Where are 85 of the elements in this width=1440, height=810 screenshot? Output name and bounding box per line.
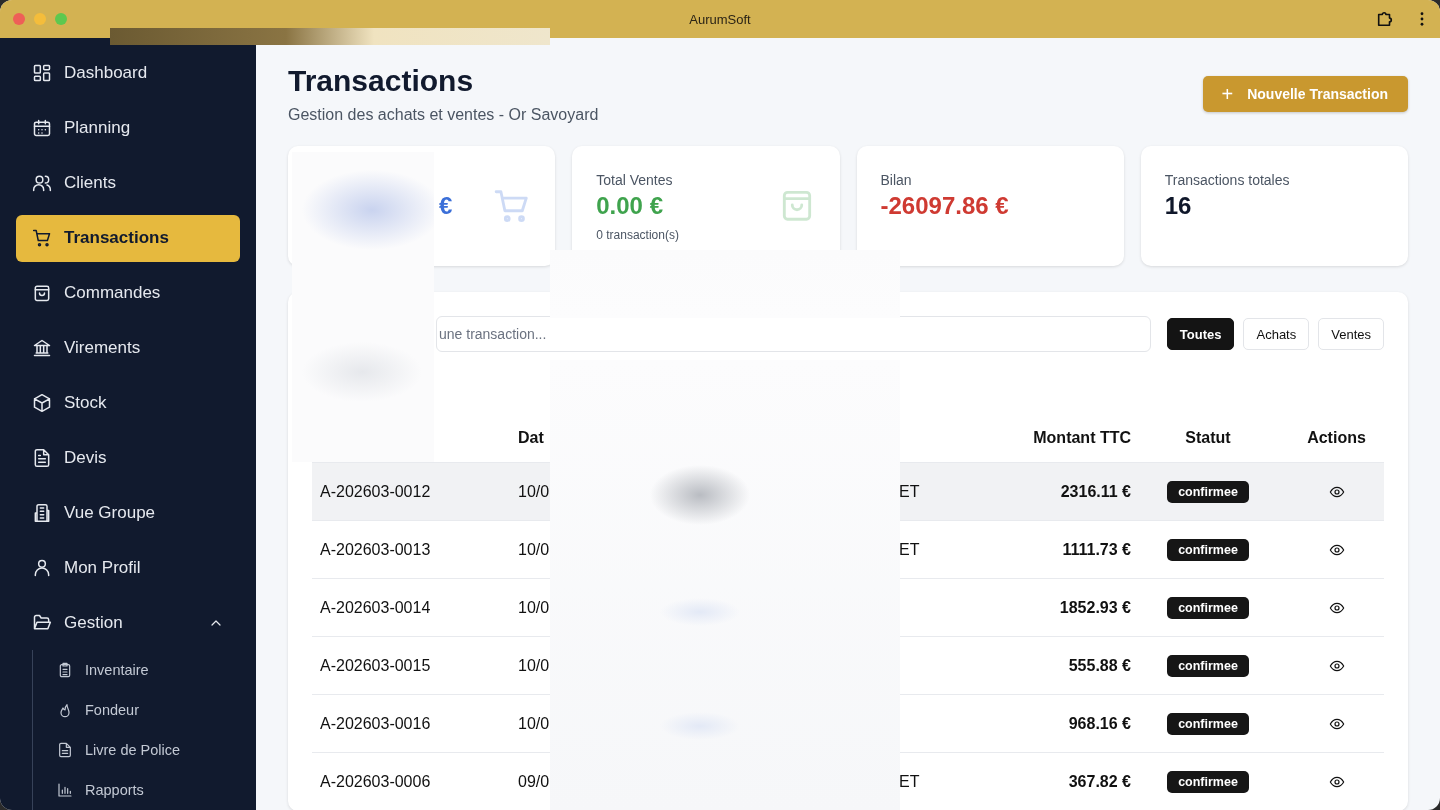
table-cell: 1111.73 € — [1062, 540, 1131, 558]
window-title: AurumSoft — [689, 11, 751, 27]
page-subtitle: Gestion des achats et ventes - Or Savoyard — [288, 106, 599, 124]
bank-icon — [32, 338, 52, 358]
table-cell: A-202603-0013 — [320, 540, 431, 558]
status-badge: confirmee — [1167, 654, 1249, 677]
column-header: Actions — [1306, 429, 1367, 447]
table-cell: ET — [899, 482, 920, 500]
status-badge: confirmee — [1167, 712, 1249, 735]
grid-icon — [32, 63, 52, 84]
table-cell: 10/0 — [518, 598, 550, 616]
table-row[interactable]: A-202603-0014 10/0 1852.93 € confirmee — [312, 579, 1384, 637]
nav-item[interactable]: Planning — [16, 104, 240, 152]
status-badge: confirmee — [1167, 770, 1249, 793]
highlighted-row[interactable]: A-202603-0012 10/0 ET 2316.11 € confirmee — [312, 463, 1384, 521]
stat-label: Bilan — [880, 172, 913, 188]
nav-item[interactable]: Clients — [16, 159, 240, 207]
stat-value: € — [439, 192, 453, 220]
box-icon — [32, 392, 52, 413]
table-cell: 555.88 € — [1068, 656, 1131, 674]
nav-item[interactable]: Commandes — [16, 269, 240, 317]
calendar-icon — [32, 118, 52, 139]
nav-item[interactable]: Devis — [16, 434, 240, 482]
table-cell: A-202603-0014 — [320, 598, 431, 616]
more-icon[interactable] — [1420, 12, 1424, 26]
table-cell: 367.82 € — [1068, 772, 1131, 790]
document-icon — [57, 741, 73, 758]
nav-item[interactable]: Dashboard — [16, 50, 240, 97]
table-cell: 09/0 — [518, 772, 550, 790]
nav-item[interactable]: Gestion — [16, 599, 240, 646]
filter-button[interactable]: Achats — [1243, 318, 1310, 350]
column-header: Dat — [518, 429, 545, 447]
table-cell: 1852.93 € — [1059, 598, 1131, 616]
flame-icon — [57, 701, 73, 718]
document-icon — [32, 447, 52, 468]
nav-item[interactable]: Stock — [16, 379, 240, 427]
table-cell: 968.16 € — [1068, 714, 1131, 732]
nav-item[interactable]: Virements — [16, 324, 240, 372]
bag-icon — [32, 283, 52, 304]
plus-icon: + — [1221, 84, 1234, 104]
table-row[interactable]: A-202603-0006 09/0 ET 367.82 € confirmee — [312, 753, 1384, 810]
nav-item[interactable]: Mon Profil — [16, 544, 240, 592]
table-cell: A-202603-0016 — [320, 714, 431, 732]
table-cell: A-202603-0006 — [320, 772, 431, 790]
stat-label: Total Ventes — [596, 172, 674, 188]
filter-button[interactable]: Ventes — [1318, 318, 1384, 350]
building-icon — [32, 502, 52, 523]
page-title: Transactions — [288, 64, 475, 98]
users-icon — [32, 173, 52, 194]
column-header[interactable]: Montant TTC — [939, 429, 1131, 447]
table-cell: ET — [899, 772, 920, 790]
search-field[interactable]: une transaction... — [436, 316, 1151, 352]
nav-subitem[interactable]: Livre de Police — [57, 729, 240, 770]
stat-value: 16 — [1164, 192, 1193, 220]
status-badge: confirmee — [1167, 480, 1249, 503]
filter-button[interactable]: Toutes — [1166, 318, 1235, 350]
status-badge: confirmee — [1167, 596, 1249, 619]
table-cell: 10/0 — [518, 714, 550, 732]
table-cell: A-202603-0012 — [320, 482, 431, 500]
stat-value: 0.00 € — [596, 192, 664, 220]
stat-note: 0 transaction(s) — [596, 228, 679, 242]
stat-label: Transactions totales — [1164, 172, 1290, 188]
table-cell: A-202603-0015 — [320, 656, 431, 674]
nav-subitem[interactable]: Fondeur — [57, 689, 240, 730]
puzzle-icon[interactable] — [1376, 10, 1394, 28]
table-cell: 10/0 — [518, 540, 550, 558]
table-cell: 10/0 — [518, 482, 550, 500]
stat-value: -26097.86 € — [880, 192, 1009, 220]
status-badge: confirmee — [1167, 538, 1249, 561]
column-header: Statut — [1184, 429, 1232, 447]
cart-icon — [32, 228, 52, 249]
clipboard-icon — [57, 661, 73, 678]
nav-item[interactable]: Transactions — [16, 214, 240, 262]
table-cell: 10/0 — [518, 656, 550, 674]
table-row[interactable]: A-202603-0013 10/0 ET 1111.73 € confirmee — [312, 521, 1384, 579]
nav-item[interactable]: Vue Groupe — [16, 489, 240, 537]
folder-icon — [32, 612, 52, 633]
table-row[interactable]: A-202603-0015 10/0 555.88 € confirmee — [312, 637, 1384, 695]
table-row[interactable]: A-202603-0016 10/0 968.16 € confirmee — [312, 695, 1384, 753]
nav-subitem[interactable]: Inventaire — [57, 649, 240, 690]
bar-chart-icon — [57, 781, 73, 798]
table-cell: 2316.11 € — [1060, 482, 1131, 500]
user-icon — [32, 557, 52, 578]
table-cell: ET — [899, 540, 920, 558]
nav-subitem[interactable]: Rapports — [57, 769, 240, 810]
